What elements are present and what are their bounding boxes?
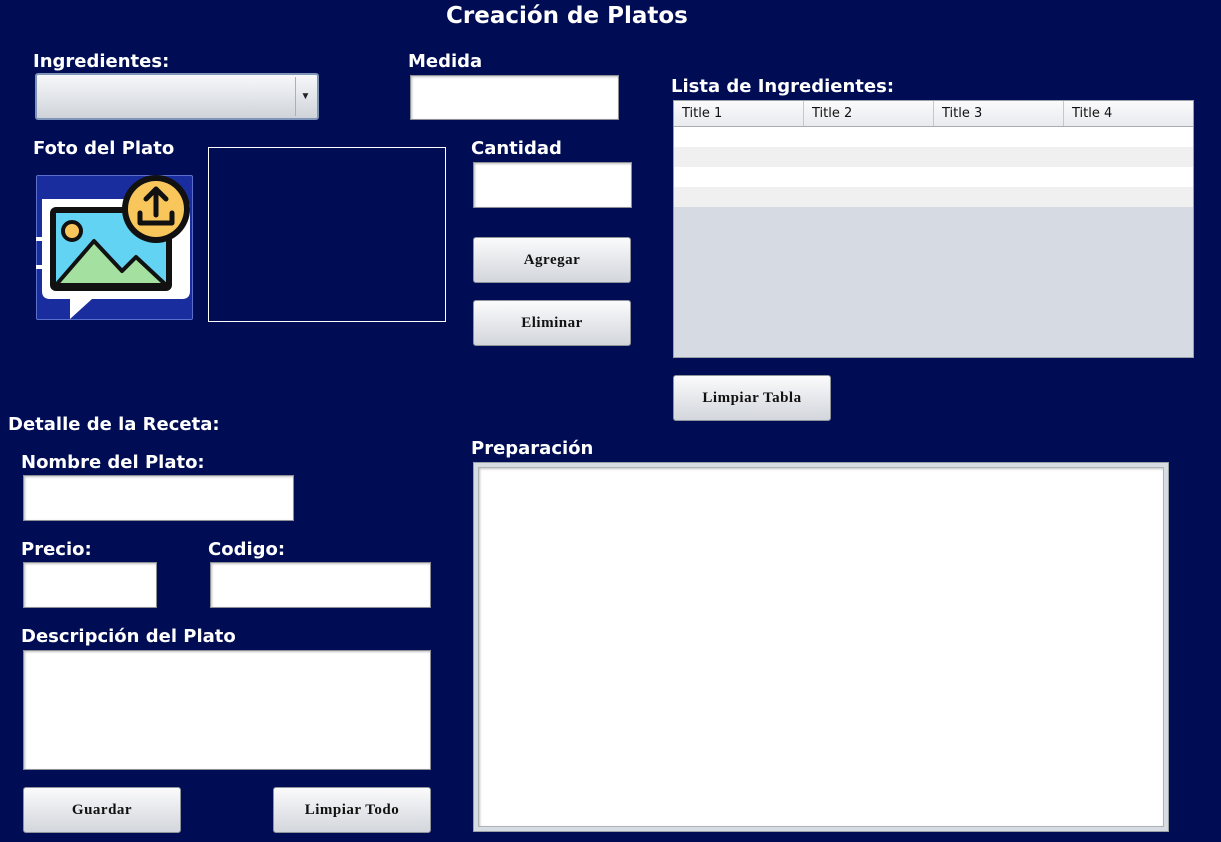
table-row[interactable]	[674, 187, 1193, 207]
agregar-button[interactable]: Agregar	[473, 237, 631, 283]
table-row[interactable]	[674, 127, 1193, 147]
preparacion-scroll-pane	[473, 462, 1169, 832]
column-header[interactable]: Title 3	[934, 101, 1064, 126]
photo-preview	[208, 147, 446, 322]
page-title: Creación de Platos	[446, 3, 688, 29]
limpiar-tabla-button[interactable]: Limpiar Tabla	[673, 375, 831, 421]
descripcion-textarea[interactable]	[23, 650, 431, 770]
upload-photo-button[interactable]	[36, 175, 193, 320]
ingredientes-combobox[interactable]: ▼	[35, 73, 319, 120]
image-upload-icon	[36, 175, 190, 319]
descripcion-label: Descripción del Plato	[21, 626, 236, 647]
ingredientes-label: Ingredientes:	[33, 51, 170, 72]
limpiar-todo-button[interactable]: Limpiar Todo	[273, 787, 431, 833]
table-row[interactable]	[674, 147, 1193, 167]
preparacion-textarea[interactable]	[478, 467, 1164, 827]
lista-ingredientes-label: Lista de Ingredientes:	[671, 76, 895, 97]
foto-label: Foto del Plato	[33, 138, 175, 159]
eliminar-button[interactable]: Eliminar	[473, 300, 631, 346]
preparacion-label: Preparación	[471, 438, 594, 459]
chevron-down-icon[interactable]: ▼	[295, 77, 315, 116]
guardar-button[interactable]: Guardar	[23, 787, 181, 833]
precio-label: Precio:	[21, 539, 92, 560]
cantidad-label: Cantidad	[471, 138, 562, 159]
nombre-label: Nombre del Plato:	[21, 452, 205, 473]
table-header: Title 1 Title 2 Title 3 Title 4	[674, 101, 1193, 127]
column-header[interactable]: Title 4	[1064, 101, 1193, 126]
codigo-input[interactable]	[210, 562, 431, 608]
medida-input[interactable]	[410, 75, 619, 120]
table-row[interactable]	[674, 167, 1193, 187]
column-header[interactable]: Title 1	[674, 101, 804, 126]
ingredients-table[interactable]: Title 1 Title 2 Title 3 Title 4	[673, 100, 1194, 358]
cantidad-input[interactable]	[473, 162, 632, 208]
nombre-input[interactable]	[23, 475, 294, 521]
detalle-receta-label: Detalle de la Receta:	[8, 414, 220, 435]
column-header[interactable]: Title 2	[804, 101, 934, 126]
medida-label: Medida	[408, 51, 483, 72]
precio-input[interactable]	[23, 562, 157, 608]
codigo-label: Codigo:	[208, 539, 286, 560]
